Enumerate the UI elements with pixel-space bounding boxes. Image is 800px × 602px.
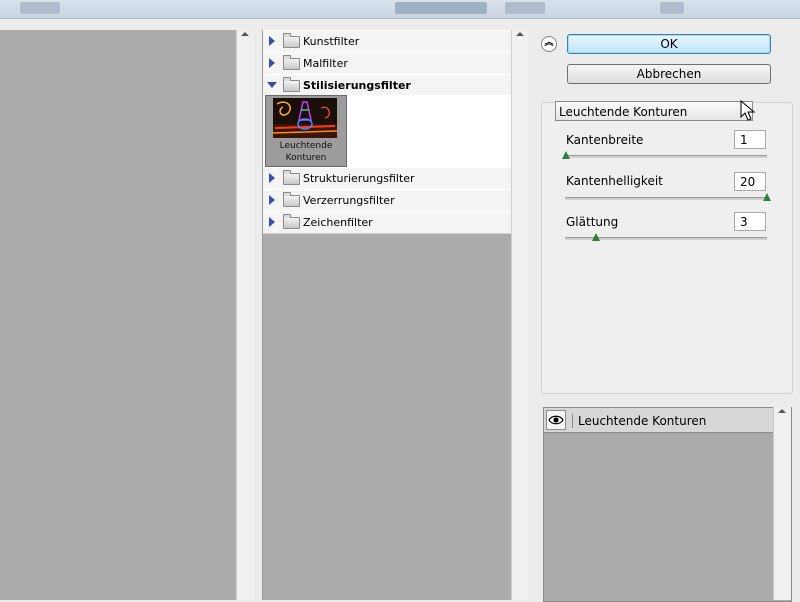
kantenhelligkeit-slider-thumb[interactable] (763, 193, 771, 201)
folder-icon (283, 55, 300, 70)
eye-glyph (548, 415, 564, 425)
thumbnail-caption-line: Leuchtende (279, 141, 333, 151)
window-toolbar (0, 0, 800, 19)
preview-scrollbar[interactable] (236, 30, 255, 600)
category-malfilter[interactable]: Malfilter (263, 52, 511, 75)
filter-thumbnails: Leuchtende Konturen (263, 95, 511, 167)
filter-select-dropdown[interactable]: Leuchtende Konturen (555, 101, 753, 121)
expand-arrow-icon[interactable] (269, 173, 275, 183)
filter-gallery: Kunstfilter Malfilter Stilisierungsfilte… (262, 30, 513, 600)
param-label-kantenhelligkeit: Kantenhelligkeit (566, 174, 663, 188)
scroll-up-arrow-icon[interactable] (241, 32, 249, 36)
effect-layer-row[interactable]: Leuchtende Konturen (544, 408, 773, 433)
panel-divider (254, 30, 262, 600)
category-strukturierungsfilter[interactable]: Strukturierungsfilter (263, 167, 511, 190)
toolbar-blob (660, 2, 684, 14)
layers-scrollbar[interactable] (773, 407, 791, 600)
kantenbreite-input[interactable]: 1 (734, 130, 766, 149)
expand-arrow-icon[interactable] (269, 58, 275, 68)
effect-layers-panel: Leuchtende Konturen (543, 407, 792, 602)
category-zeichenfilter[interactable]: Zeichenfilter (263, 211, 511, 234)
category-verzerrungsfilter[interactable]: Verzerrungsfilter (263, 189, 511, 212)
folder-icon (283, 214, 300, 229)
double-chevron-up-icon[interactable]: ︽ (541, 36, 557, 52)
mouse-cursor-icon (740, 100, 756, 121)
kantenhelligkeit-slider[interactable] (565, 197, 767, 200)
effect-layer-name-text: Leuchtende Konturen (578, 414, 707, 428)
expand-arrow-icon[interactable] (269, 195, 275, 205)
category-label: Kunstfilter (303, 35, 360, 48)
folder-icon (283, 192, 300, 207)
folder-icon (283, 170, 300, 185)
category-label: Stilisierungsfilter (303, 79, 411, 92)
image-preview-area[interactable] (0, 30, 236, 600)
gallery-scrollbar[interactable] (511, 30, 528, 600)
scroll-up-arrow-icon[interactable] (516, 32, 524, 36)
glaettung-slider-thumb[interactable] (592, 233, 600, 241)
glaettung-input[interactable]: 3 (734, 212, 766, 231)
collapse-arrow-icon[interactable] (267, 82, 277, 88)
category-label: Strukturierungsfilter (303, 172, 415, 185)
kantenbreite-slider-thumb[interactable] (562, 151, 570, 159)
toolbar-blob (20, 2, 60, 14)
filter-thumbnail-leuchtende-konturen[interactable]: Leuchtende Konturen (265, 95, 347, 167)
param-label-kantenbreite: Kantenbreite (566, 133, 644, 147)
effect-layer-name: Leuchtende Konturen (572, 414, 706, 428)
kantenbreite-slider[interactable] (565, 155, 767, 158)
category-kunstfilter[interactable]: Kunstfilter (263, 30, 511, 53)
open-folder-icon (283, 77, 300, 92)
toolbar-blob (395, 2, 487, 14)
thumbnail-image (273, 98, 337, 138)
expand-arrow-icon[interactable] (269, 36, 275, 46)
kantenhelligkeit-input[interactable]: 20 (734, 172, 766, 191)
category-label: Zeichenfilter (303, 216, 373, 229)
expand-arrow-icon[interactable] (269, 217, 275, 227)
ok-button[interactable]: OK (567, 34, 771, 54)
folder-icon (283, 33, 300, 48)
category-label: Verzerrungsfilter (303, 194, 395, 207)
thumbnail-caption: Leuchtende Konturen (266, 140, 346, 164)
eye-icon[interactable] (546, 410, 566, 430)
param-label-glaettung: Glättung (566, 215, 619, 229)
category-stilisierungsfilter[interactable]: Stilisierungsfilter (263, 74, 511, 97)
toolbar-blob (505, 2, 545, 14)
category-label: Malfilter (303, 57, 348, 70)
thumbnail-caption-line: Konturen (285, 153, 327, 163)
scroll-up-arrow-icon[interactable] (778, 409, 786, 413)
cancel-button[interactable]: Abbrechen (567, 64, 771, 84)
